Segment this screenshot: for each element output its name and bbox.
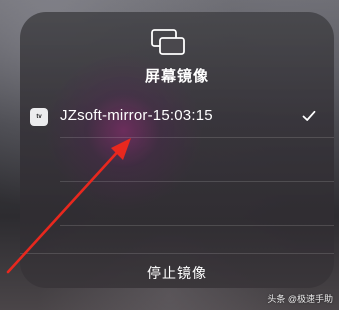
divider	[60, 137, 334, 138]
panel-title: 屏幕镜像	[144, 68, 209, 85]
stop-mirroring-button[interactable]: 停止镜像	[20, 252, 334, 288]
watermark-text: 头条 @极速手助	[267, 294, 333, 304]
device-name: JZsoft-mirror-15:03:15	[60, 107, 213, 124]
screen-mirroring-panel: 屏幕镜像 tv JZsoft-mirror-15:03:15 停止镜像	[20, 12, 334, 288]
divider	[60, 181, 334, 182]
apple-tv-icon: tv	[30, 108, 48, 126]
stop-mirroring-label: 停止镜像	[147, 265, 207, 281]
screen-mirroring-icon	[151, 29, 185, 55]
device-row-jzsoft-mirror[interactable]: tv JZsoft-mirror-15:03:15	[20, 100, 334, 136]
checkmark-icon	[302, 110, 316, 121]
divider	[60, 225, 334, 226]
